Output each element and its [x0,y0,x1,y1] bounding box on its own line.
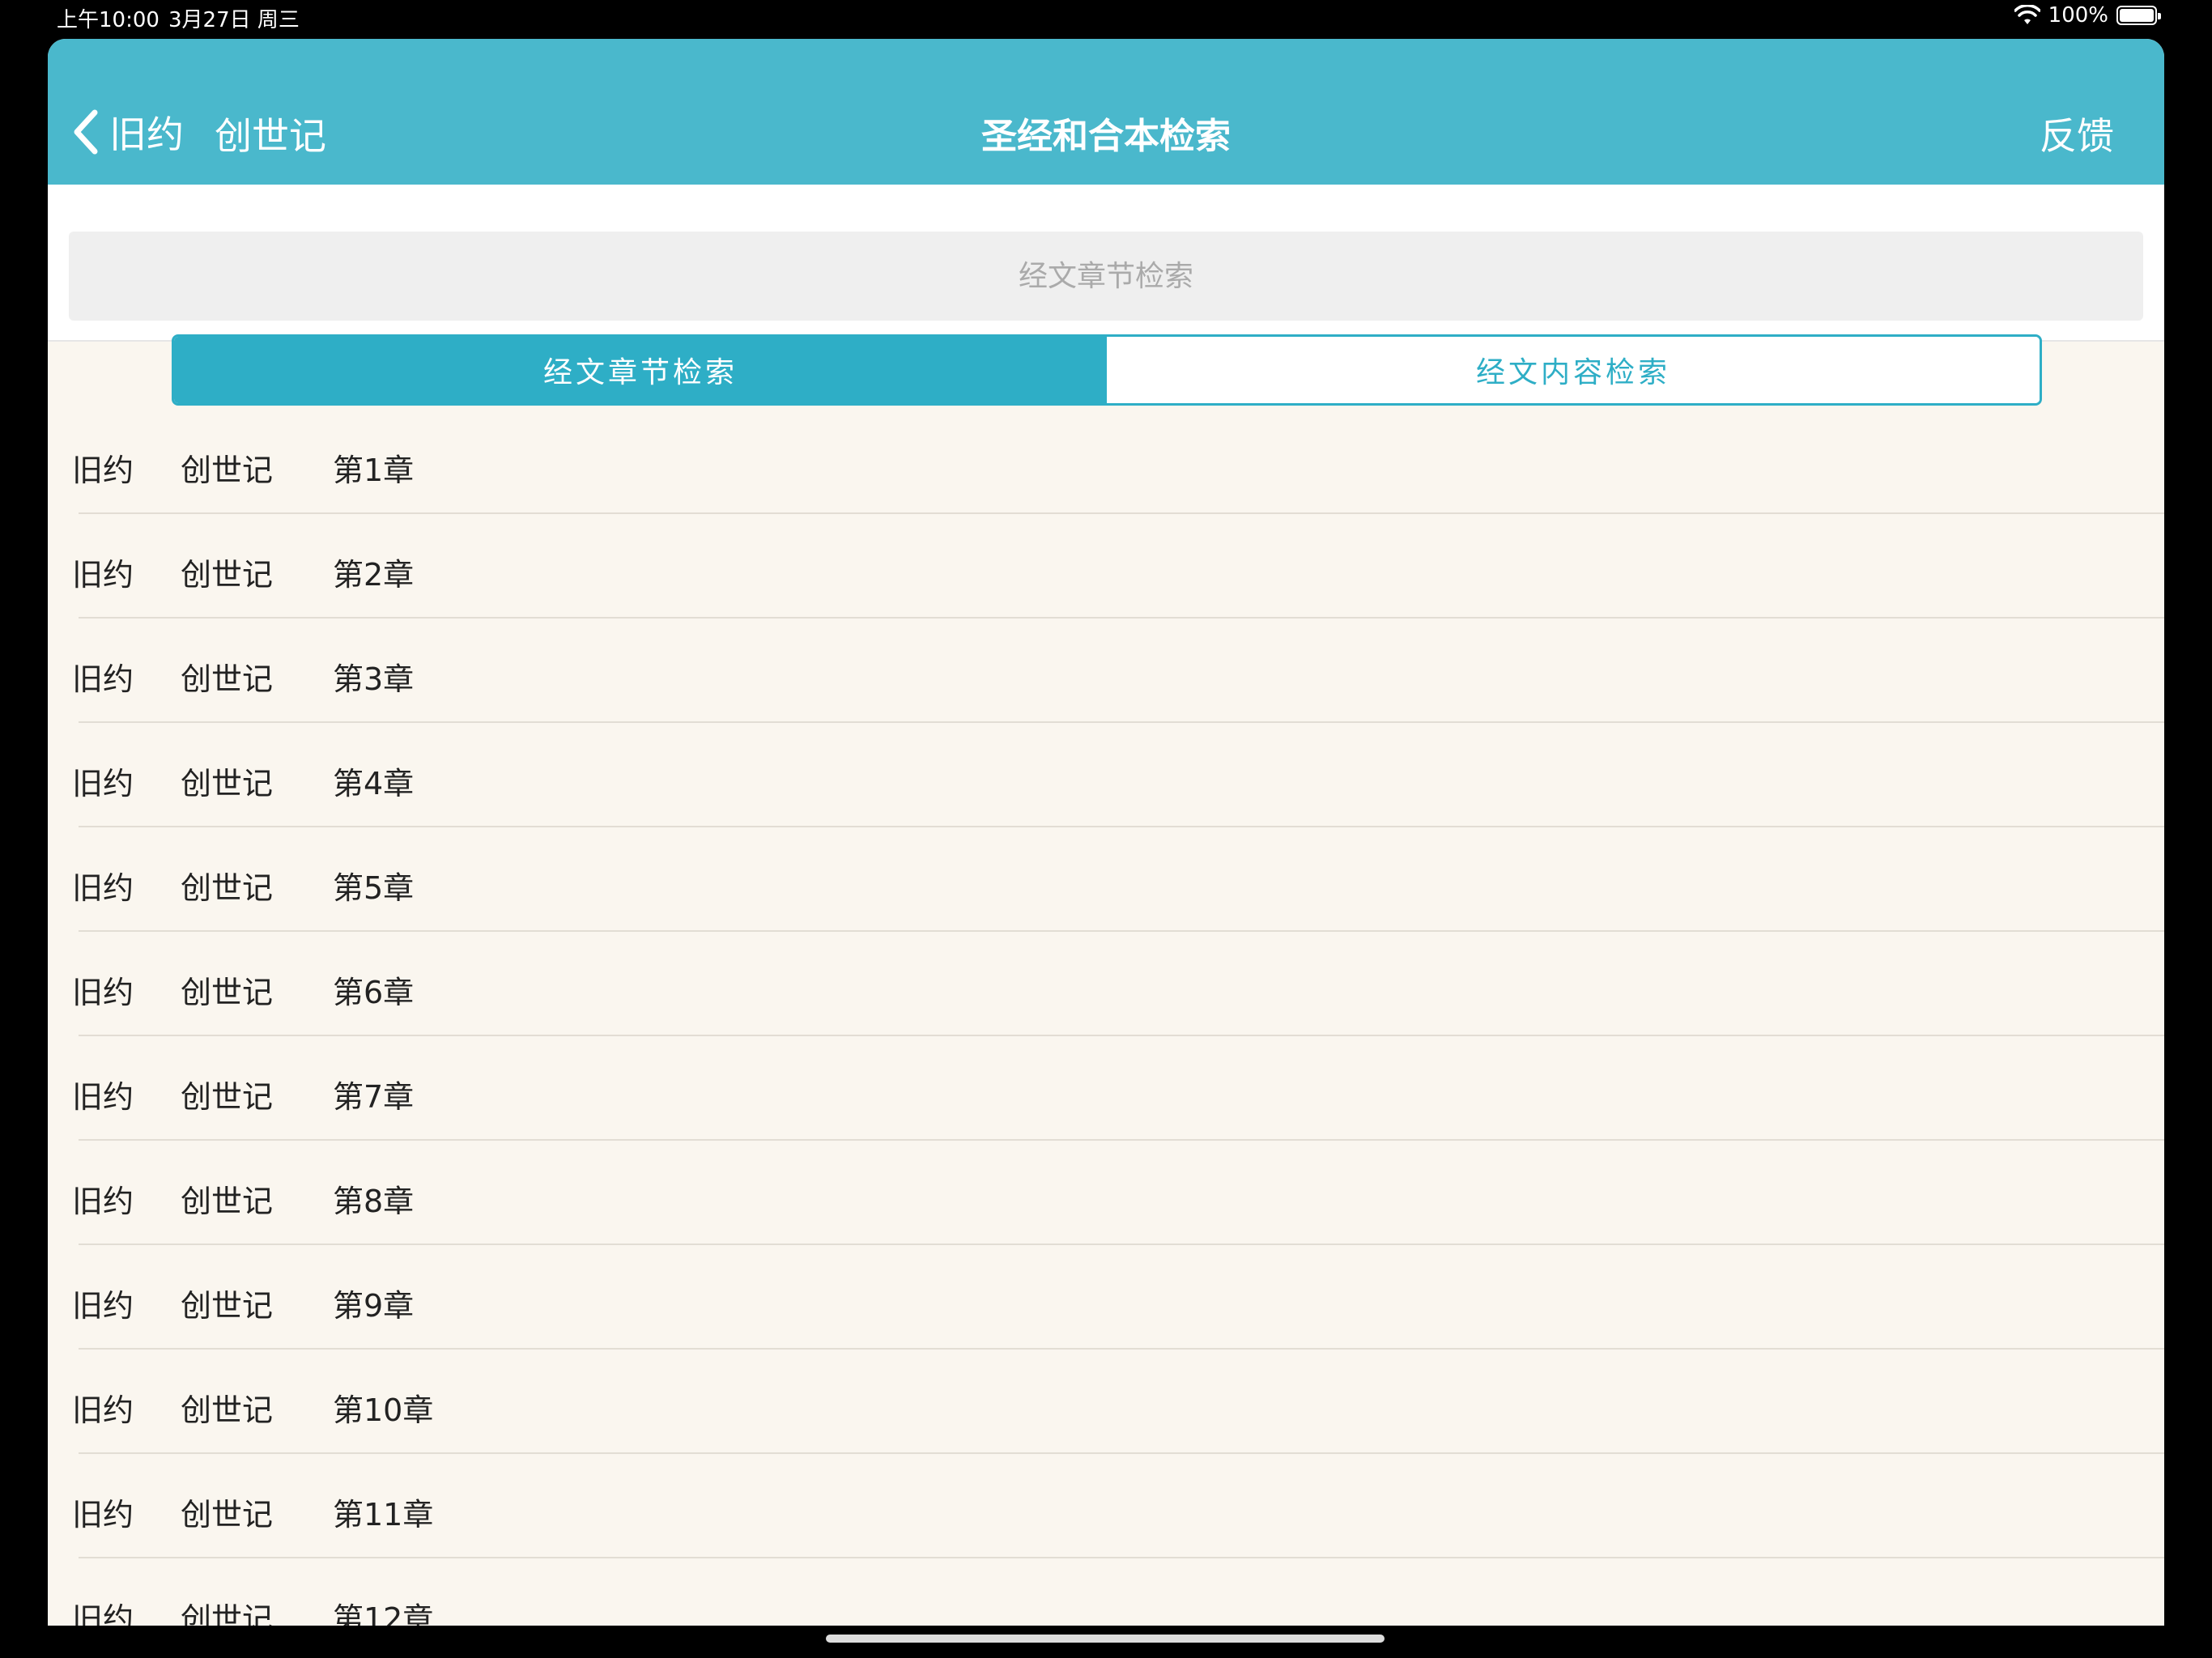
list-item[interactable]: 旧约 创世记 第1章 [48,410,2164,514]
row-chapter: 第2章 [333,557,415,593]
row-book: 创世记 [181,1601,274,1626]
row-chapter: 第8章 [333,1184,415,1219]
row-chapter: 第4章 [333,766,415,801]
list-item[interactable]: 旧约 创世记 第8章 [48,1141,2164,1245]
row-testament: 旧约 [72,766,134,801]
home-indicator[interactable] [826,1635,1385,1643]
search-mode-segmented-control: 经文章节检索 经文内容检索 [172,334,2042,406]
row-book: 创世记 [181,557,274,593]
row-chapter: 第7章 [333,1079,415,1115]
search-input[interactable] [69,232,2143,321]
row-testament: 旧约 [72,1079,134,1115]
row-testament: 旧约 [72,1601,134,1626]
row-chapter: 第10章 [333,1392,434,1428]
row-testament: 旧约 [72,557,134,593]
list-item[interactable]: 旧约 创世记 第11章 [48,1454,2164,1558]
list-item[interactable]: 旧约 创世记 第5章 [48,827,2164,932]
row-chapter: 第12章 [333,1601,434,1626]
row-chapter: 第5章 [333,870,415,906]
list-item[interactable]: 旧约 创世记 第7章 [48,1036,2164,1141]
list-item[interactable]: 旧约 创世记 第10章 [48,1350,2164,1454]
row-book: 创世记 [181,661,274,697]
row-book: 创世记 [181,870,274,906]
list-item[interactable]: 旧约 创世记 第9章 [48,1245,2164,1350]
row-testament: 旧约 [72,1288,134,1324]
row-chapter: 第9章 [333,1288,415,1324]
list-item[interactable]: 旧约 创世记 第12章 [48,1558,2164,1626]
nav-bar: 旧约 创世记 圣经和合本检索 反馈 [48,39,2164,185]
page-title: 圣经和合本检索 [981,116,1231,157]
battery-percent: 100% [2048,3,2108,28]
app-window: 旧约 创世记 圣经和合本检索 反馈 经文章节检索 经文内容检索 旧约 创世记 第… [48,39,2164,1626]
row-testament: 旧约 [72,661,134,697]
list-item[interactable]: 旧约 创世记 第3章 [48,619,2164,723]
row-testament: 旧约 [72,975,134,1010]
row-book: 创世记 [181,1497,274,1533]
row-book: 创世记 [181,453,274,488]
row-book: 创世记 [181,975,274,1010]
list-item[interactable]: 旧约 创世记 第6章 [48,932,2164,1036]
status-date: 3月27日 周三 [168,8,300,32]
wifi-icon [2014,5,2040,24]
row-testament: 旧约 [72,1497,134,1533]
feedback-button[interactable]: 反馈 [2040,107,2114,160]
battery-icon [2116,6,2161,25]
status-time: 上午10:00 [57,8,160,32]
row-testament: 旧约 [72,1184,134,1219]
row-book: 创世记 [181,766,274,801]
row-chapter: 第11章 [333,1497,434,1533]
list-item[interactable]: 旧约 创世记 第4章 [48,723,2164,827]
row-chapter: 第6章 [333,975,415,1010]
row-book: 创世记 [181,1288,274,1324]
row-book: 创世记 [181,1079,274,1115]
row-book: 创世记 [181,1184,274,1219]
row-book: 创世记 [181,1392,274,1428]
row-chapter: 第1章 [333,453,415,488]
row-testament: 旧约 [72,870,134,906]
row-chapter: 第3章 [333,661,415,697]
row-testament: 旧约 [72,1392,134,1428]
status-bar: 上午10:00 3月27日 周三 100% [0,0,2212,36]
segment-chapter-search[interactable]: 经文章节检索 [174,337,1107,403]
chapter-list: 旧约 创世记 第1章 旧约 创世记 第2章 旧约 创世记 第3章 旧约 创世记 … [48,410,2164,1626]
search-area [48,185,2164,342]
status-indicators: 100% [2014,3,2161,28]
row-testament: 旧约 [72,453,134,488]
list-item[interactable]: 旧约 创世记 第2章 [48,514,2164,619]
segment-content-search[interactable]: 经文内容检索 [1107,337,2040,403]
